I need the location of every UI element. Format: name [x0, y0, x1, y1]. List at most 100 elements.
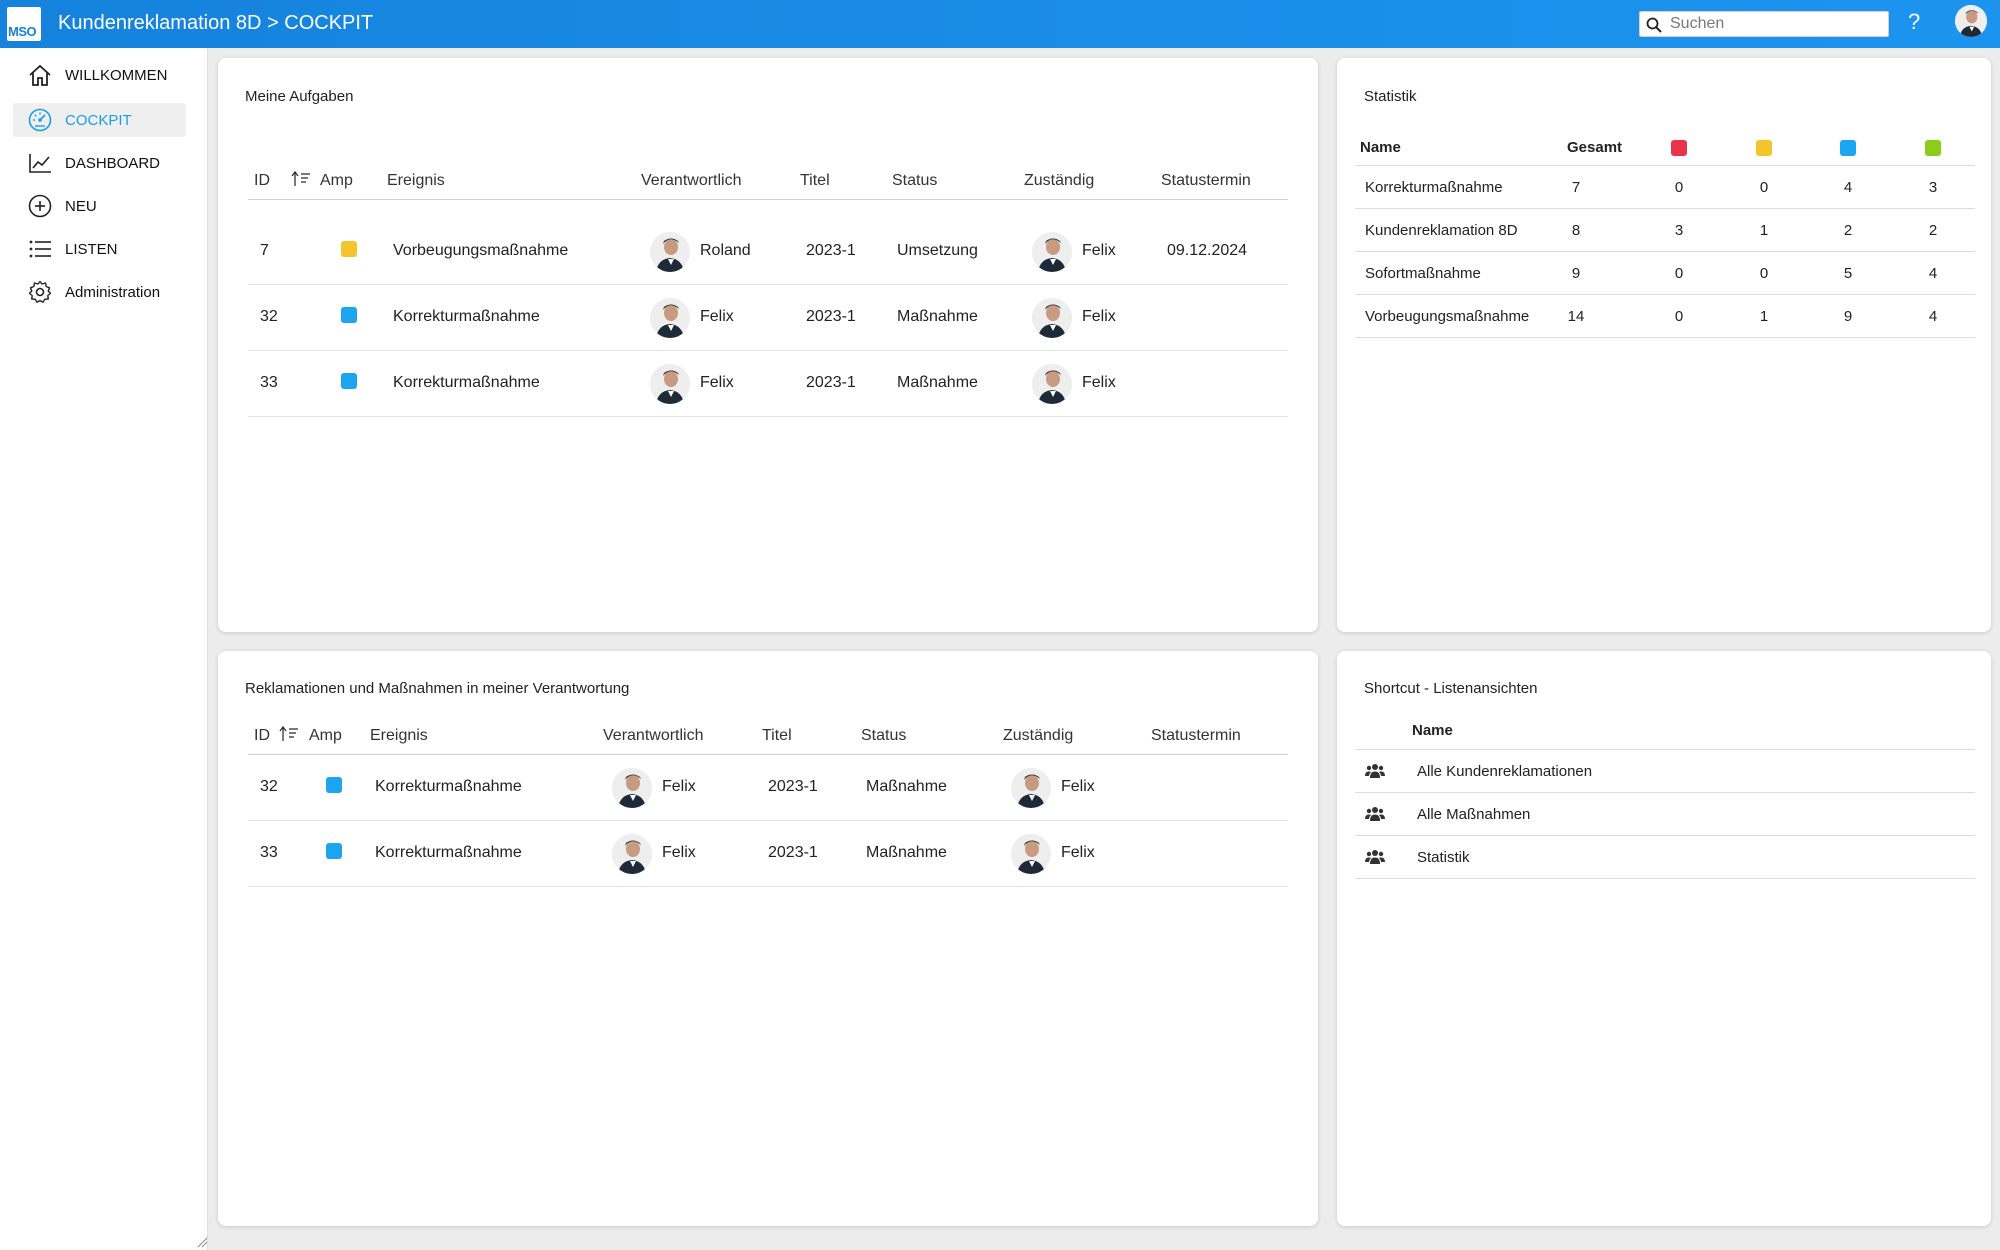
column-header-id[interactable]: ID — [254, 727, 270, 745]
cell-yellow: 1 — [1759, 308, 1769, 325]
sidebar-item-cockpit[interactable]: COCKPIT — [13, 103, 186, 137]
column-header-amp[interactable]: Amp — [320, 172, 353, 190]
list-item[interactable]: Alle Maßnahmen — [1355, 793, 1975, 836]
avatar — [1032, 298, 1072, 338]
cell-gesamt: 7 — [1571, 179, 1581, 196]
avatar — [612, 834, 652, 874]
cell-zustaendig: Felix — [1061, 778, 1095, 795]
search-input[interactable] — [1670, 14, 1880, 34]
cell-name: Kundenreklamation 8D — [1365, 222, 1518, 239]
cell-titel: 2023-1 — [806, 374, 856, 391]
cell-verantwortlich: Roland — [700, 242, 751, 259]
sort-icon[interactable] — [291, 170, 311, 188]
table-row[interactable]: Kundenreklamation 8D 8 3 1 2 2 — [1355, 209, 1975, 252]
avatar — [612, 768, 652, 808]
table-row[interactable]: Sofortmaßnahme 9 0 0 5 4 — [1355, 252, 1975, 295]
cell-zustaendig: Felix — [1082, 374, 1116, 391]
table-row[interactable]: 32 Korrekturmaßnahme Felix 2023-1 Maßnah… — [248, 755, 1288, 821]
sidebar-item-willkommen[interactable]: WILLKOMMEN — [13, 58, 186, 92]
logo-text: MSO — [8, 24, 37, 39]
cell-ereignis: Korrekturmaßnahme — [393, 374, 540, 391]
sidebar-item-listen[interactable]: LISTEN — [13, 232, 186, 266]
responsibility-panel: Reklamationen und Maßnahmen in meiner Ve… — [218, 651, 1318, 1226]
search-icon — [1646, 17, 1662, 33]
home-icon — [26, 61, 54, 89]
gauge-icon — [26, 106, 54, 134]
cell-green: 3 — [1928, 179, 1938, 196]
column-header-amp[interactable]: Amp — [309, 727, 342, 745]
column-header-gesamt[interactable]: Gesamt — [1567, 139, 1622, 156]
cell-ereignis: Vorbeugungsmaßnahme — [393, 242, 569, 259]
sidebar-item-label: WILLKOMMEN — [65, 66, 168, 84]
shortcut-label: Statistik — [1417, 849, 1470, 866]
status-light-blue — [341, 373, 357, 389]
panel-title: Shortcut - Listenansichten — [1364, 680, 1538, 697]
cell-name: Korrekturmaßnahme — [1365, 179, 1503, 196]
cell-verantwortlich: Felix — [662, 844, 696, 861]
cell-titel: 2023-1 — [768, 844, 818, 861]
column-header-zustaendig[interactable]: Zuständig — [1003, 727, 1073, 745]
shortcuts-header: Name — [1355, 710, 1975, 750]
cell-gesamt: 9 — [1571, 265, 1581, 282]
table-row[interactable]: 7 Vorbeugungsmaßnahme Roland 2023-1 Umse… — [248, 219, 1288, 285]
column-header-statustermin[interactable]: Statustermin — [1161, 172, 1251, 190]
column-header-name[interactable]: Name — [1360, 139, 1401, 156]
column-header-verantwortlich[interactable]: Verantwortlich — [641, 172, 742, 190]
shortcut-label: Alle Maßnahmen — [1417, 806, 1531, 823]
statistik-panel: Statistik Name Gesamt Korrekturmaßnahme … — [1337, 58, 1991, 632]
column-header-ereignis[interactable]: Ereignis — [370, 727, 428, 745]
chart-line-icon — [26, 149, 54, 177]
avatar — [650, 364, 690, 404]
avatar — [650, 298, 690, 338]
column-header-statustermin[interactable]: Statustermin — [1151, 727, 1241, 745]
status-dot-yellow — [1756, 140, 1772, 156]
cell-id: 7 — [260, 242, 269, 259]
cell-name: Vorbeugungsmaßnahme — [1365, 308, 1530, 325]
sidebar-item-neu[interactable]: NEU — [13, 189, 186, 223]
table-row[interactable]: 33 Korrekturmaßnahme Felix 2023-1 Maßnah… — [248, 351, 1288, 417]
column-header-zustaendig[interactable]: Zuständig — [1024, 172, 1094, 190]
cell-yellow: 0 — [1759, 265, 1769, 282]
sidebar-item-dashboard[interactable]: DASHBOARD — [13, 146, 186, 180]
column-header-id[interactable]: ID — [254, 172, 270, 190]
sidebar: WILLKOMMEN COCKPIT DASHBOARD NEU LISTEN … — [0, 48, 208, 1250]
page-title: Kundenreklamation 8D > COCKPIT — [58, 12, 374, 34]
help-icon[interactable]: ? — [1908, 9, 1920, 35]
column-header-status[interactable]: Status — [892, 172, 937, 190]
resize-grip-icon[interactable] — [196, 1236, 208, 1248]
cell-red: 3 — [1674, 222, 1684, 239]
avatar — [1011, 768, 1051, 808]
table-row[interactable]: 32 Korrekturmaßnahme Felix 2023-1 Maßnah… — [248, 285, 1288, 351]
cell-status: Maßnahme — [897, 374, 978, 391]
table-row[interactable]: Vorbeugungsmaßnahme 14 0 1 9 4 — [1355, 295, 1975, 338]
cell-gesamt: 8 — [1571, 222, 1581, 239]
tasks-grid-header: ID Amp Ereignis Verantwortlich Titel Sta… — [248, 160, 1288, 200]
column-header-ereignis[interactable]: Ereignis — [387, 172, 445, 190]
cell-status: Umsetzung — [897, 242, 978, 259]
column-header-verantwortlich[interactable]: Verantwortlich — [603, 727, 704, 745]
gear-icon — [26, 278, 54, 306]
search-box[interactable] — [1639, 11, 1889, 37]
list-item[interactable]: Statistik — [1355, 836, 1975, 879]
top-bar: MSO Kundenreklamation 8D > COCKPIT ? — [0, 0, 2000, 48]
table-row[interactable]: Korrekturmaßnahme 7 0 0 4 3 — [1355, 166, 1975, 209]
sidebar-item-label: Administration — [65, 283, 161, 301]
sort-icon[interactable] — [279, 725, 299, 743]
user-avatar[interactable] — [1955, 5, 1987, 37]
column-header-titel[interactable]: Titel — [762, 727, 792, 745]
table-row[interactable]: 33 Korrekturmaßnahme Felix 2023-1 Maßnah… — [248, 821, 1288, 887]
column-header-name[interactable]: Name — [1412, 722, 1453, 739]
cell-blue: 4 — [1843, 179, 1853, 196]
list-item[interactable]: Alle Kundenreklamationen — [1355, 750, 1975, 793]
avatar — [650, 232, 690, 272]
sidebar-item-administration[interactable]: Administration — [13, 275, 186, 309]
plus-circle-icon — [26, 192, 54, 220]
statistik-header: Name Gesamt — [1355, 126, 1975, 166]
cell-titel: 2023-1 — [806, 308, 856, 325]
column-header-titel[interactable]: Titel — [800, 172, 830, 190]
avatar — [1032, 232, 1072, 272]
cell-id: 32 — [260, 778, 278, 795]
mso-logo[interactable]: MSO — [7, 7, 41, 41]
column-header-status[interactable]: Status — [861, 727, 906, 745]
status-light-blue — [326, 777, 342, 793]
